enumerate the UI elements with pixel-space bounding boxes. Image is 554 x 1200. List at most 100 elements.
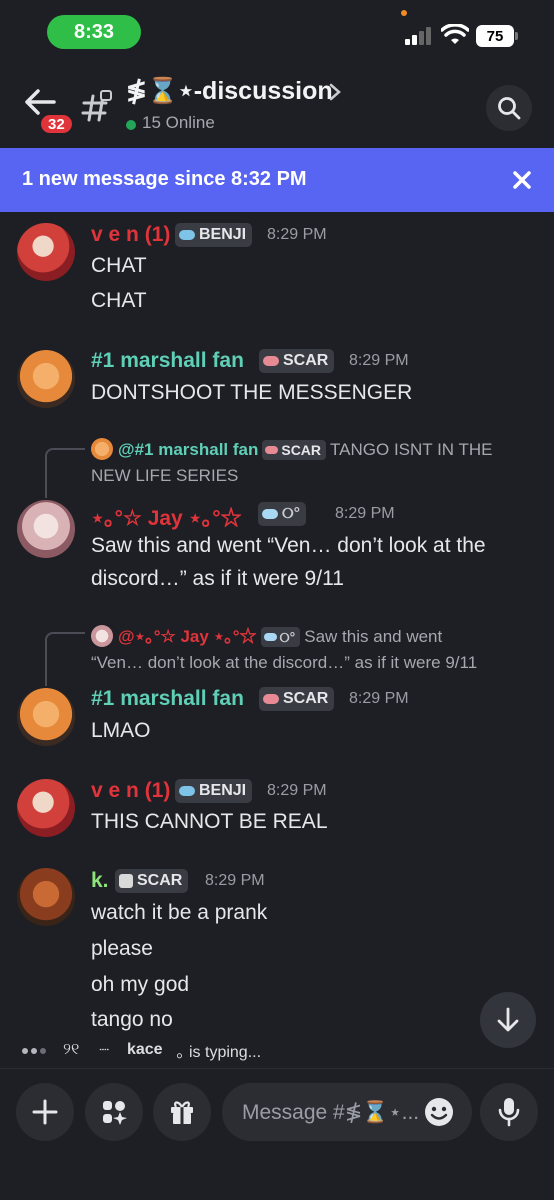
message-timestamp: 8:29 PM [349,352,409,369]
channel-header: 32 ≸⌛⋆-discussion 15 Online [0,64,554,148]
gift-icon [171,1101,193,1124]
message-text: THIS CANNOT BE REAL [91,810,328,833]
status-bar: 8:33 75 [0,0,554,64]
message-text: Saw this and went “Ven… don’t look at th… [91,534,486,557]
message-timestamp: 8:29 PM [205,872,265,889]
message-author[interactable]: v e n (1) [91,223,170,247]
search-button[interactable] [486,85,532,131]
channel-title[interactable]: ≸⌛⋆-discussion [126,76,333,106]
message-timestamp: 8:29 PM [349,690,409,707]
reply-preview[interactable]: @#1 marshall fan SCAR TANGO ISNT IN THE [91,438,493,460]
avatar[interactable] [17,223,75,281]
message-list[interactable]: v e n (1) BENJI 8:29 PM CHAT CHAT #1 mar… [0,212,554,1065]
role-tag: BENJI [175,779,253,803]
microphone-icon [498,1098,520,1127]
arrow-down-icon [497,1007,519,1032]
reply-role-tag-label: SCAR [281,442,322,458]
role-tag-label: SCAR [283,690,329,707]
chevron-right-icon[interactable] [328,82,342,102]
reply-author: @⋆｡°☆ Jay ⋆｡°☆ [118,627,257,646]
reply-text-continued: “Ven… don’t look at the discord…” as if … [91,653,478,672]
role-tag-icon [263,694,279,704]
message-author[interactable]: #1 marshall fan [91,687,244,711]
avatar[interactable] [17,779,75,837]
message-composer: Message #≸⌛⋆... [0,1068,554,1200]
role-tag-label: BENJI [199,226,247,243]
message-author[interactable]: #1 marshall fan [91,349,244,373]
message-timestamp: 8:29 PM [335,505,395,522]
message-text: LMAO [91,719,151,742]
role-tag-icon [179,786,195,796]
close-icon[interactable] [512,170,532,190]
role-tag-label: SCAR [283,352,329,369]
reply-avatar [91,438,113,460]
unread-badge: 32 [38,112,75,136]
reply-preview[interactable]: @⋆｡°☆ Jay ⋆｡°☆ ୦° Saw this and went [91,622,442,647]
emoji-icon[interactable] [424,1097,454,1127]
message-text: watch it be a prank [91,901,268,924]
role-tag: SCAR [259,349,335,373]
reply-connector [45,632,85,686]
message-author[interactable]: k. [91,869,109,893]
typing-dash: ┈ [99,1042,109,1059]
bubbles-icon: ୦° [282,505,300,522]
typing-indicator: ୨୧ ┈ kace ｡ is typing... [22,1038,261,1062]
message-text: please [91,937,153,960]
battery-tip [515,32,518,40]
plus-icon [32,1099,58,1125]
online-status-icon [126,120,136,130]
reply-role-tag: SCAR [262,440,327,460]
message-input[interactable]: Message #≸⌛⋆... [222,1083,472,1141]
typing-user: kace [126,1041,163,1058]
reply-connector [45,448,85,498]
role-tag: SCAR [115,869,189,893]
new-messages-text: 1 new message since 8:32 PM [22,168,307,190]
message-author[interactable]: ⋆｡°☆ Jay ⋆｡°☆ [91,502,242,532]
role-tag-label: SCAR [137,872,183,889]
message-timestamp: 8:29 PM [267,782,327,799]
avatar[interactable] [17,350,75,408]
role-tag: SCAR [259,687,335,711]
voice-message-button[interactable] [480,1083,538,1141]
battery-icon: 75 [476,25,514,47]
message-text: tango no [91,1008,173,1031]
reply-text: TANGO ISNT IN THE [330,440,493,459]
typing-suffix: ｡ is typing... [176,1044,262,1061]
cellular-signal-icon [405,27,435,45]
attach-button[interactable] [16,1083,74,1141]
avatar[interactable] [17,868,75,926]
apps-icon [103,1101,127,1125]
reply-avatar [91,625,113,647]
message-text: DONTSHOOT THE MESSENGER [91,381,413,404]
role-tag-icon [263,356,279,366]
message-text: discord…” as if it were 9/11 [91,567,344,590]
jump-to-bottom-button[interactable] [480,992,536,1048]
privacy-indicator-icon [401,10,407,16]
message-text: CHAT [91,289,147,312]
reply-role-tag: ୦° [260,627,301,647]
message-text: oh my god [91,973,190,996]
message-placeholder: Message #≸⌛⋆... [242,1101,420,1124]
message-timestamp: 8:29 PM [267,226,327,243]
search-icon [498,97,521,120]
message-text: CHAT [91,254,147,277]
gift-button[interactable] [153,1083,211,1141]
avatar[interactable] [17,500,75,558]
typing-glyphs: ୨୧ [63,1041,80,1058]
role-tag: BENJI [175,223,253,247]
cat-role-icon [119,874,133,888]
locked-hash-icon [81,90,112,122]
role-tag-icon [262,509,278,519]
avatar[interactable] [17,688,75,746]
typing-dots-icon [22,1041,49,1059]
role-tag: ୦° [258,502,306,526]
status-time: 8:33 [47,15,141,49]
online-count: 15 Online [142,113,215,132]
apps-button[interactable] [85,1083,143,1141]
message-author[interactable]: v e n (1) [91,779,170,803]
new-messages-banner[interactable]: 1 new message since 8:32 PM [0,148,554,212]
role-tag-icon [179,230,195,240]
wifi-icon [441,24,469,44]
reply-text-continued: NEW LIFE SERIES [91,466,239,485]
role-tag-label: BENJI [199,782,247,799]
